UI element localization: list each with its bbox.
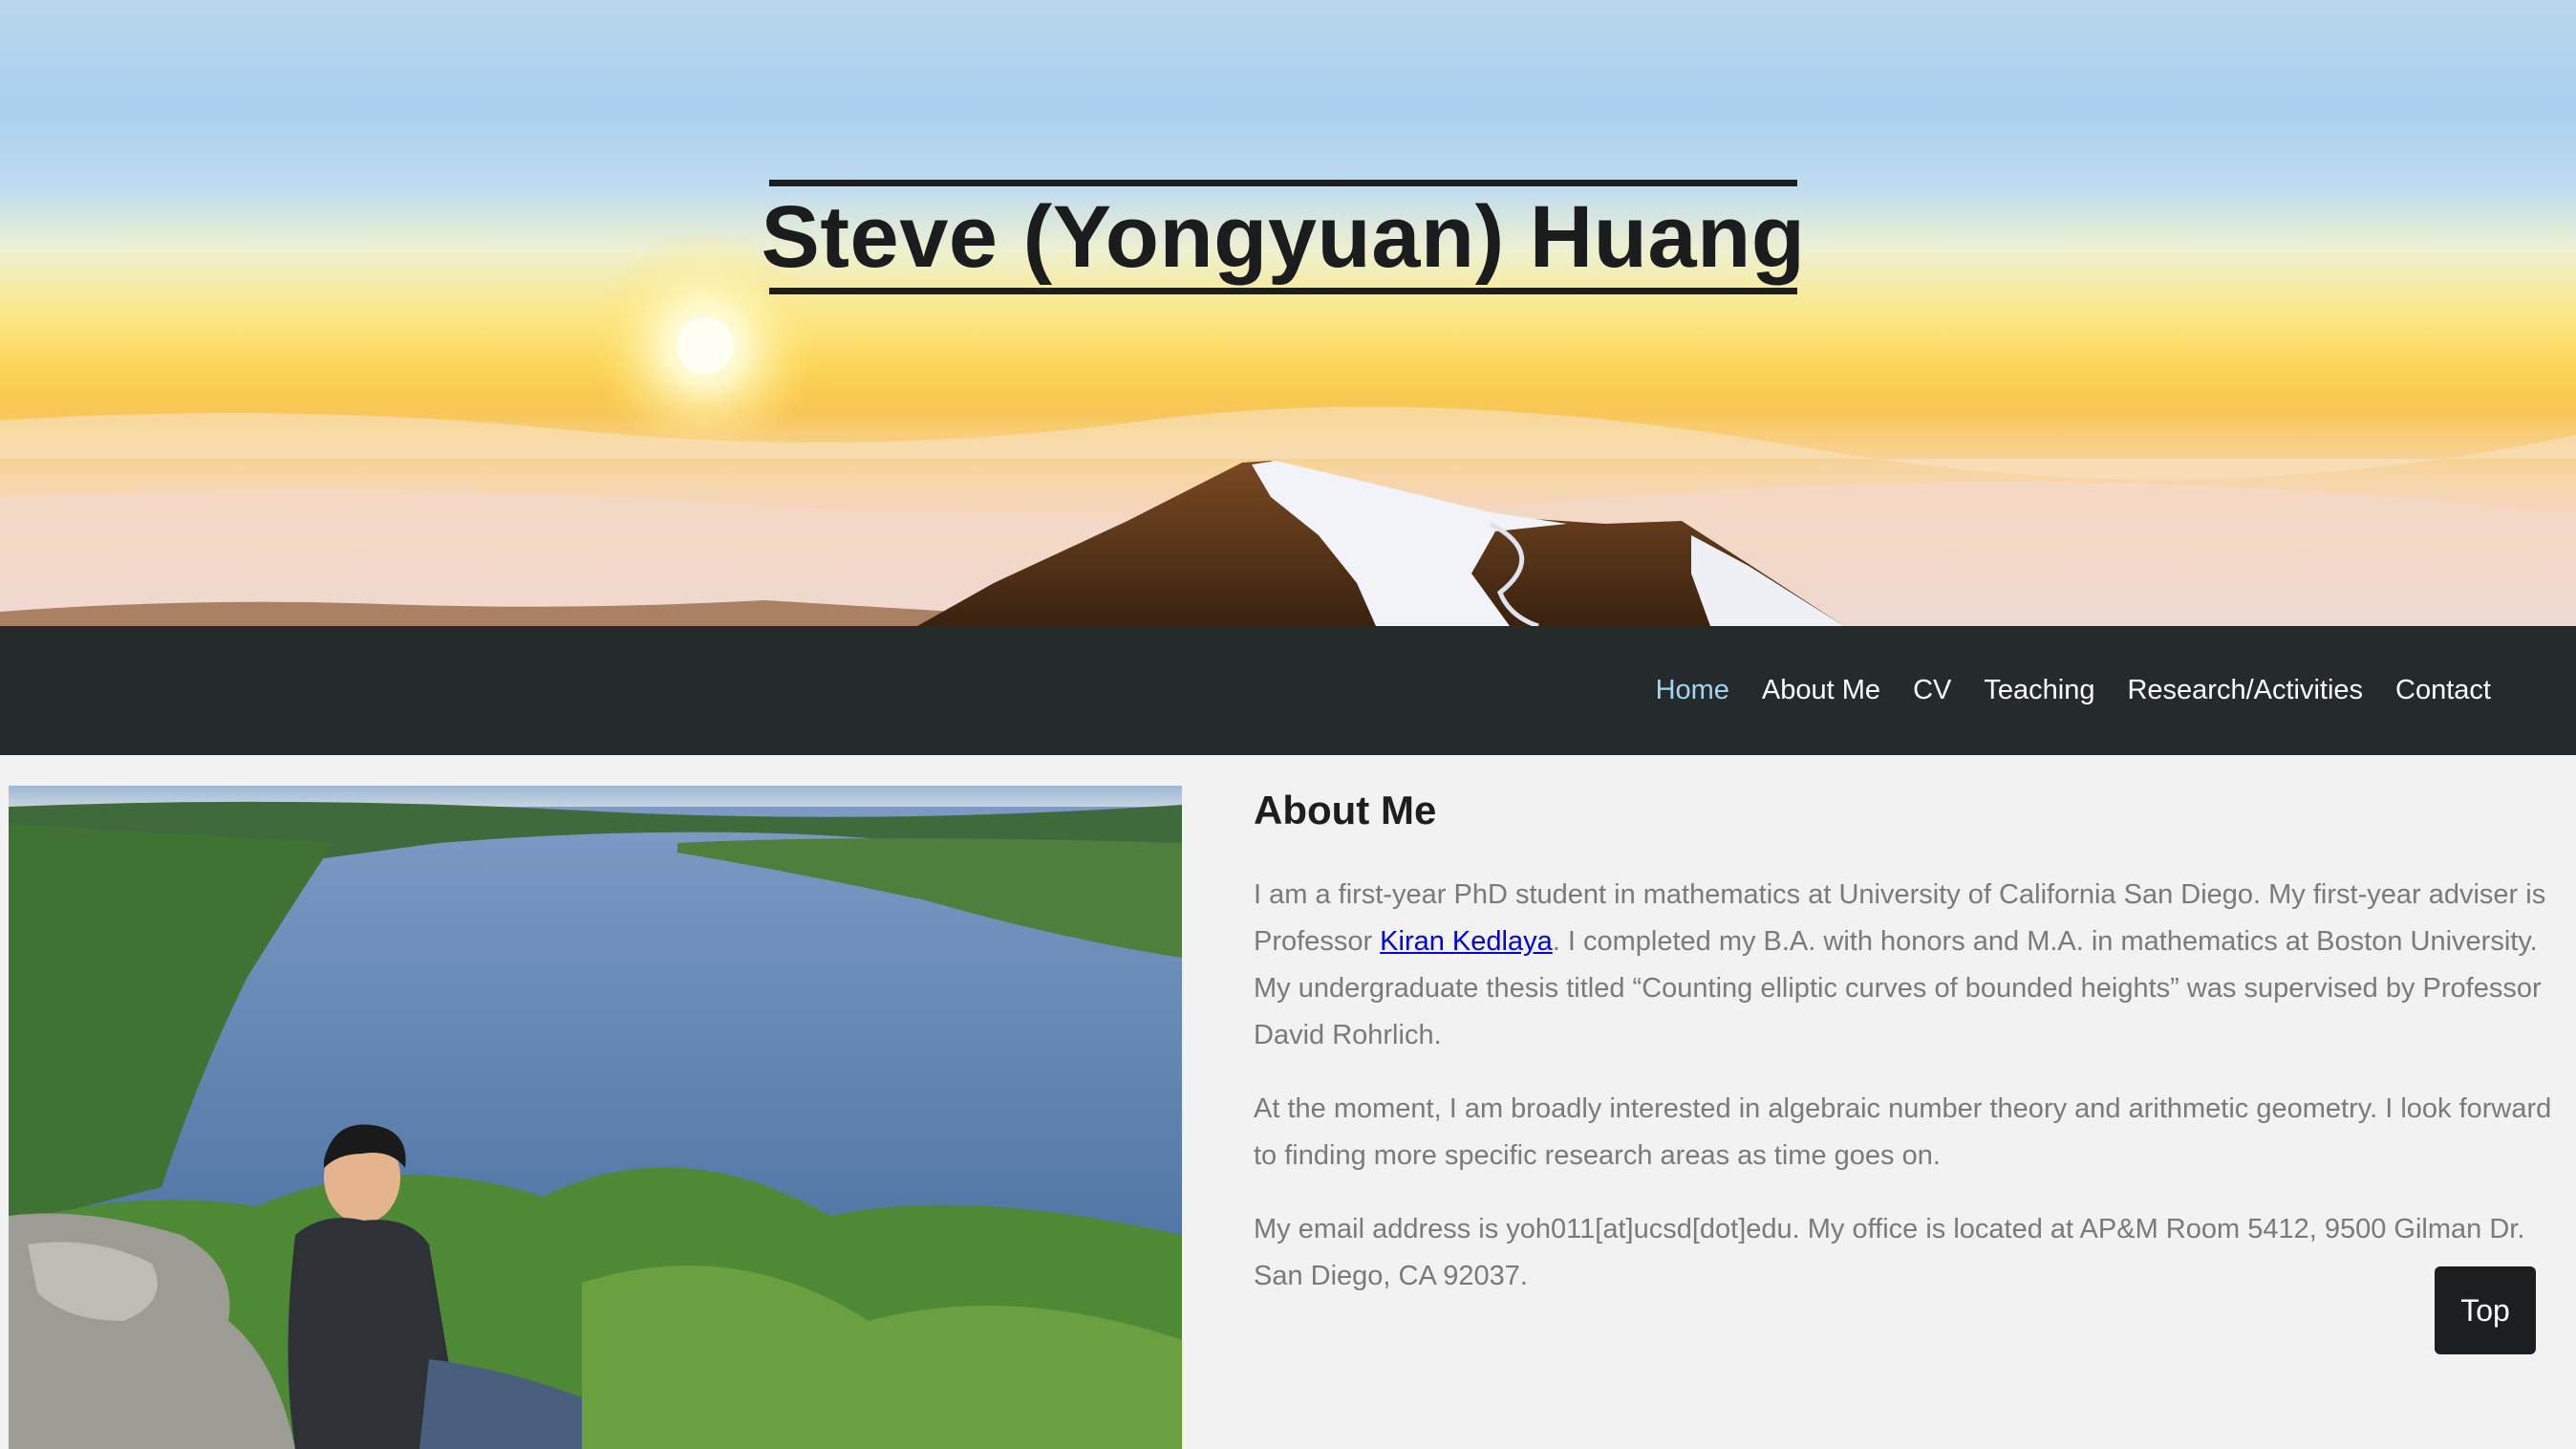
profile-photo [9, 786, 1182, 1449]
nav-item-cv[interactable]: CV [1897, 675, 1967, 706]
banner-landscape-image [0, 231, 2576, 626]
nav-item-home[interactable]: Home [1640, 675, 1746, 706]
nav-item-contact[interactable]: Contact [2379, 675, 2507, 706]
navbar: Home About Me CV Teaching Research/Activ… [0, 626, 2576, 755]
about-section: About Me I am a first-year PhD student i… [1254, 784, 2553, 1327]
about-paragraph-1: I am a first-year PhD student in mathema… [1254, 872, 2553, 1059]
back-to-top-button[interactable]: Top [2435, 1266, 2536, 1354]
nav-item-research-activities[interactable]: Research/Activities [2111, 675, 2379, 706]
nav-item-teaching[interactable]: Teaching [1967, 675, 2111, 706]
about-paragraph-2: At the moment, I am broadly interested i… [1254, 1093, 2552, 1171]
header-banner: Steve (Yongyuan) Huang [0, 0, 2576, 626]
contact-paragraph: My email address is yoh011[at]ucsd[dot]e… [1254, 1214, 2525, 1291]
nav-item-about-me[interactable]: About Me [1746, 675, 1897, 706]
site-title-frame: Steve (Yongyuan) Huang [762, 180, 1805, 294]
nav-menu: Home About Me CV Teaching Research/Activ… [1640, 626, 2507, 755]
section-heading: About Me [1254, 788, 1437, 833]
site-title: Steve (Yongyuan) Huang [761, 187, 1806, 286]
kiran-kedlaya-link[interactable]: Kiran Kedlaya [1380, 926, 1553, 957]
lake-portrait-image [9, 786, 1182, 1449]
